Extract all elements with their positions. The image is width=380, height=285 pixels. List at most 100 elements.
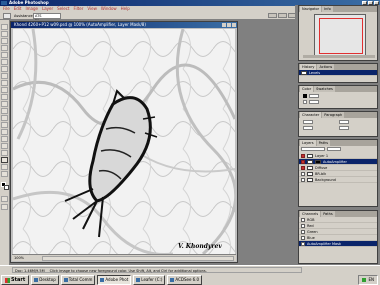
dodge-tool-icon[interactable] bbox=[1, 115, 8, 121]
toolbox bbox=[0, 20, 10, 265]
healing-brush-tool-icon[interactable] bbox=[1, 66, 8, 72]
eraser-tool-icon[interactable] bbox=[1, 94, 8, 100]
layers-panel: Layers Paths Layer 1 AutoAmplifier Diffu… bbox=[298, 139, 378, 207]
taskbar-button-desktop[interactable]: Desktop bbox=[31, 275, 59, 285]
tray-language[interactable]: EN bbox=[368, 276, 374, 284]
zoom-tool-icon[interactable] bbox=[1, 171, 8, 177]
tab-info[interactable]: Info bbox=[322, 6, 333, 12]
history-brush-tool-icon[interactable] bbox=[1, 87, 8, 93]
type-tool-icon[interactable] bbox=[1, 129, 8, 135]
doc-minimize-button[interactable] bbox=[222, 23, 226, 27]
zoom-slider[interactable] bbox=[303, 55, 375, 58]
layer-thumbnail bbox=[307, 177, 313, 182]
lasso-tool-icon[interactable] bbox=[1, 38, 8, 44]
tool-presets-tab-icon[interactable] bbox=[278, 13, 287, 18]
tab-channels[interactable]: Channels bbox=[300, 211, 321, 217]
blend-mode-select[interactable] bbox=[301, 147, 325, 151]
tracking-field[interactable] bbox=[303, 126, 313, 130]
background-color-swatch[interactable] bbox=[4, 185, 9, 190]
start-button[interactable]: Start bbox=[1, 275, 30, 285]
font-size-field[interactable] bbox=[303, 120, 313, 124]
screen-mode-icon[interactable] bbox=[1, 204, 8, 210]
layer-thumbnail bbox=[307, 153, 313, 158]
move-tool-icon[interactable] bbox=[1, 31, 8, 37]
desktop-icon bbox=[34, 278, 39, 282]
gradient-tool-icon[interactable] bbox=[1, 101, 8, 107]
tab-color[interactable]: Color bbox=[300, 86, 314, 92]
color-slider-r[interactable] bbox=[309, 94, 319, 98]
tab-paragraph[interactable]: Paragraph bbox=[322, 112, 345, 118]
system-tray: EN bbox=[358, 275, 378, 285]
document-window: Khond 4260+P12 w09.psd @ 100% (AutoAmpli… bbox=[10, 21, 238, 263]
visibility-eye-icon[interactable] bbox=[301, 177, 305, 182]
blur-tool-icon[interactable] bbox=[1, 108, 8, 114]
layer-name: Background bbox=[315, 177, 336, 182]
visibility-eye-icon[interactable] bbox=[301, 165, 305, 170]
history-item[interactable]: Levels bbox=[299, 70, 377, 76]
shape-tool-icon[interactable] bbox=[1, 143, 8, 149]
layer-name: Layer 1 bbox=[315, 153, 329, 158]
hand-tool-icon[interactable] bbox=[1, 164, 8, 170]
navigator-thumbnail[interactable] bbox=[314, 14, 366, 56]
brush-tool-icon[interactable] bbox=[1, 73, 8, 79]
path-selection-tool-icon[interactable] bbox=[1, 122, 8, 128]
visibility-eye-icon[interactable] bbox=[301, 171, 305, 176]
notes-tool-icon[interactable] bbox=[1, 150, 8, 156]
taskbar-button-acdsee[interactable]: ACDSee 6.0 bbox=[167, 275, 203, 285]
bug-illustration: V. Khondyrev bbox=[13, 29, 235, 254]
visibility-eye-icon[interactable] bbox=[301, 229, 305, 234]
doc-close-button[interactable] bbox=[232, 23, 236, 27]
zoom-level[interactable]: 100% bbox=[12, 256, 42, 260]
magic-wand-tool-icon[interactable] bbox=[1, 45, 8, 51]
navigator-view-box[interactable] bbox=[319, 18, 363, 54]
eyedropper-icon[interactable] bbox=[3, 13, 11, 19]
taskbar-button-explorer[interactable]: Leafer (C:) bbox=[133, 275, 166, 285]
image-canvas[interactable]: V. Khondyrev bbox=[13, 29, 235, 254]
history-panel: History Actions Levels bbox=[298, 63, 378, 83]
brushes-tab-icon[interactable] bbox=[268, 13, 277, 18]
layer-row[interactable]: Background bbox=[299, 177, 377, 183]
tab-navigator[interactable]: Navigator bbox=[300, 6, 322, 12]
status-hint: Click image to choose new foreground col… bbox=[49, 269, 207, 273]
start-label: Start bbox=[11, 277, 26, 283]
pen-tool-icon[interactable] bbox=[1, 136, 8, 142]
taskbar-button-total-commander[interactable]: Total Comm bbox=[60, 275, 96, 285]
tray-icon[interactable] bbox=[362, 278, 367, 282]
visibility-eye-icon[interactable] bbox=[301, 153, 305, 158]
channel-name: RGB bbox=[307, 217, 315, 222]
horizontal-scrollbar[interactable] bbox=[42, 255, 234, 261]
tab-paths[interactable]: Paths bbox=[316, 140, 331, 146]
tab-swatches[interactable]: Swatches bbox=[314, 86, 335, 92]
taskbar-button-photoshop[interactable]: Adobe Phot bbox=[97, 275, 132, 285]
visibility-eye-icon[interactable] bbox=[301, 159, 305, 164]
document-status-bar: 100% bbox=[12, 254, 236, 261]
channel-row[interactable]: AutoAmplifier Mask bbox=[299, 241, 377, 247]
panel-dock: Navigator Info History Actions Levels Co… bbox=[295, 5, 380, 265]
visibility-eye-icon[interactable] bbox=[301, 223, 305, 228]
clone-stamp-tool-icon[interactable] bbox=[1, 80, 8, 86]
color-slider-g[interactable] bbox=[309, 100, 319, 104]
kerning-field[interactable] bbox=[339, 126, 349, 130]
options-select[interactable]: ATS Filenames bbox=[33, 13, 61, 23]
eyedropper-tool-icon[interactable] bbox=[1, 157, 8, 163]
visibility-eye-icon[interactable] bbox=[301, 217, 305, 222]
channel-name: AutoAmplifier Mask bbox=[307, 241, 342, 246]
leading-field[interactable] bbox=[339, 120, 349, 124]
opacity-field[interactable] bbox=[327, 147, 341, 151]
layer-name: Diffuse bbox=[315, 165, 328, 170]
tab-layers[interactable]: Layers bbox=[300, 140, 316, 146]
crop-tool-icon[interactable] bbox=[1, 52, 8, 58]
quick-mask-icon[interactable] bbox=[1, 196, 8, 202]
document-title-bar[interactable]: Khond 4260+P12 w09.psd @ 100% (AutoAmpli… bbox=[11, 22, 237, 28]
visibility-eye-icon[interactable] bbox=[301, 235, 305, 240]
channels-panel: Channels Paths RGB Red Green Blue AutoAm… bbox=[298, 210, 378, 264]
visibility-eye-icon[interactable] bbox=[301, 241, 305, 246]
tab-actions[interactable]: Actions bbox=[317, 64, 335, 70]
tab-channels-paths[interactable]: Paths bbox=[321, 211, 335, 217]
tab-history[interactable]: History bbox=[300, 64, 317, 70]
tab-character[interactable]: Character bbox=[300, 112, 322, 118]
layer-name: AutoAmplifier bbox=[323, 159, 347, 164]
doc-maximize-button[interactable] bbox=[227, 23, 231, 27]
slice-tool-icon[interactable] bbox=[1, 59, 8, 65]
marquee-tool-icon[interactable] bbox=[1, 24, 8, 30]
